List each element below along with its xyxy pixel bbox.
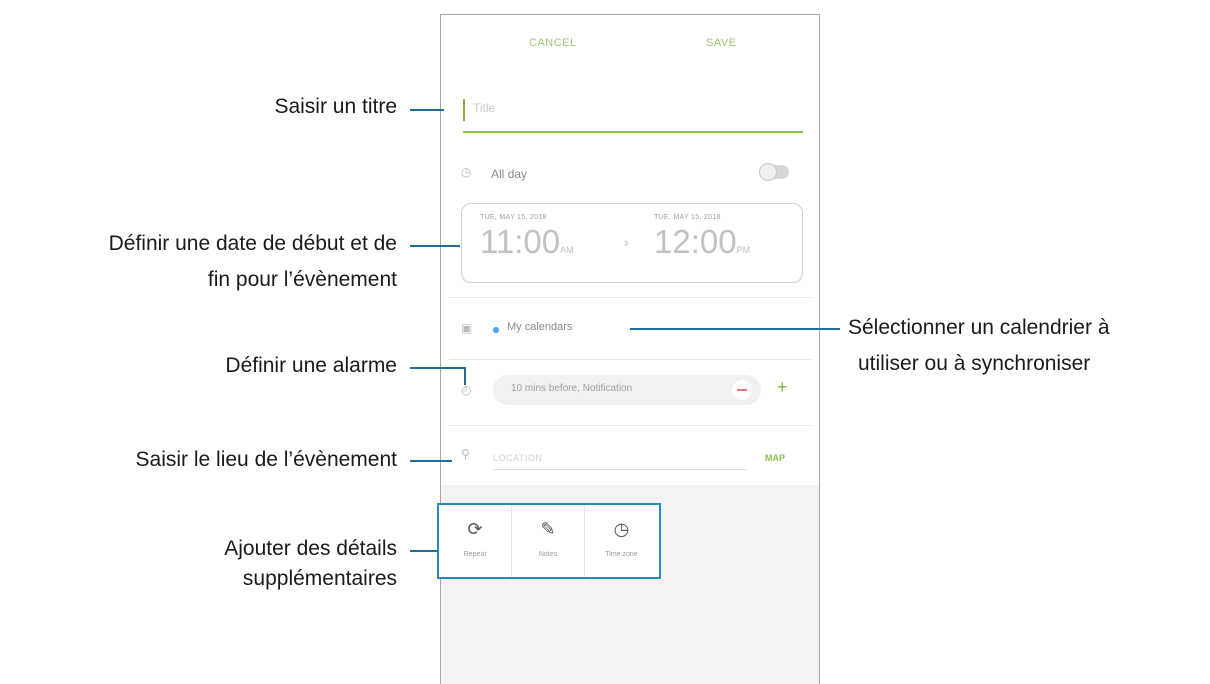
notes-icon: ✎ (540, 519, 556, 539)
alarm-chip[interactable]: 10 mins before, Notification (493, 375, 761, 405)
chevron-right-icon: › (624, 234, 629, 250)
time-zone-icon: ◷ (613, 519, 630, 539)
annotation-location: Saisir le lieu de l’évènement (135, 448, 397, 471)
annotation-dates-line2: fin pour l’évènement (207, 268, 397, 291)
annotation-alarm: Définir une alarme (225, 354, 397, 377)
app-bar: CANCEL SAVE (441, 15, 819, 75)
title-placeholder: Title (473, 101, 496, 115)
callout-line (410, 109, 444, 111)
callout-line (410, 367, 466, 369)
title-input[interactable]: Title (463, 95, 803, 133)
repeat-label: Repeat (463, 551, 487, 558)
remove-alarm-button[interactable] (731, 379, 753, 401)
repeat-button[interactable]: ⟳ Repeat (439, 505, 512, 577)
calendar-selector[interactable]: My calendars (507, 321, 572, 333)
minus-icon (737, 389, 747, 391)
callout-line (410, 245, 460, 247)
date-time-card: TUE, MAY 15, 2018 11:00AM › TUE, MAY 15,… (461, 203, 803, 283)
location-placeholder: LOCATION (493, 453, 543, 463)
callout-line (630, 328, 840, 330)
annotation-calendar-line2: utiliser ou à synchroniser (858, 352, 1091, 375)
end-ampm: PM (736, 245, 751, 255)
start-ampm: AM (560, 245, 574, 255)
start-date-time[interactable]: TUE, MAY 15, 2018 11:00AM (480, 214, 574, 261)
phone-screen: CANCEL SAVE Title ◷ All day TUE, MAY 15,… (437, 14, 820, 684)
map-button[interactable]: MAP (765, 453, 785, 463)
calendar-color-dot (493, 327, 499, 333)
annotation-details-line1: Ajouter des détails (224, 537, 397, 560)
add-alarm-button[interactable]: + (777, 377, 788, 398)
text-cursor (463, 99, 465, 121)
divider (449, 359, 811, 360)
divider (449, 297, 811, 298)
callout-line (410, 460, 452, 462)
all-day-toggle[interactable] (759, 163, 789, 181)
notes-label: Notes (538, 551, 558, 558)
annotation-dates-line1: Définir une date de début et de (108, 232, 397, 255)
cancel-button[interactable]: CANCEL (529, 37, 577, 49)
callout-line (410, 550, 438, 552)
annotation-details-line2: supplémentaires (242, 567, 397, 590)
save-button[interactable]: SAVE (706, 37, 737, 49)
end-time: 12:00 (654, 223, 737, 260)
alarm-icon: ◴ (461, 383, 472, 397)
clock-icon: ◷ (461, 165, 472, 179)
repeat-icon: ⟳ (467, 519, 483, 539)
location-input[interactable]: LOCATION (493, 451, 747, 470)
extra-details-bar: ⟳ Repeat ✎ Notes ◷ Time zone (437, 503, 661, 579)
callout-line (464, 367, 466, 385)
end-date: TUE, MAY 15, 2018 (654, 214, 721, 221)
location-pin-icon: ⚲ (461, 447, 470, 461)
alarm-label: 10 mins before, Notification (511, 383, 633, 394)
annotation-title: Saisir un titre (274, 95, 397, 118)
start-date: TUE, MAY 15, 2018 (480, 214, 547, 221)
toggle-knob (759, 163, 777, 181)
time-zone-label: Time zone (605, 551, 638, 558)
notes-button[interactable]: ✎ Notes (512, 505, 585, 577)
all-day-label: All day (491, 167, 528, 181)
calendar-icon: ▣ (461, 321, 473, 335)
time-zone-button[interactable]: ◷ Time zone (585, 505, 658, 577)
divider (449, 425, 811, 426)
annotation-calendar-line1: Sélectionner un calendrier à (848, 316, 1110, 339)
end-date-time[interactable]: TUE, MAY 15, 2018 12:00PM (654, 214, 750, 261)
start-time: 11:00 (480, 223, 561, 260)
